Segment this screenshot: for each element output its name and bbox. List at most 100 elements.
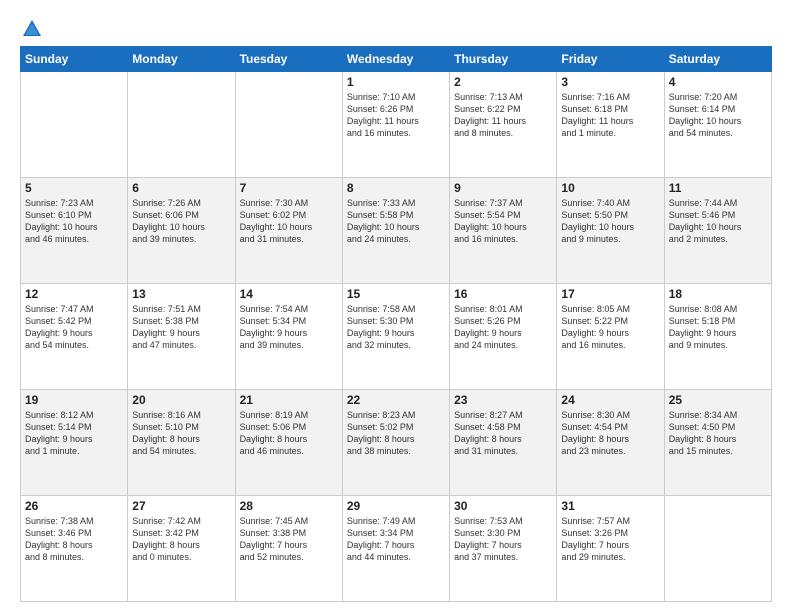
- day-number: 17: [561, 287, 659, 301]
- day-info: Sunrise: 7:38 AM Sunset: 3:46 PM Dayligh…: [25, 515, 123, 564]
- day-info: Sunrise: 7:40 AM Sunset: 5:50 PM Dayligh…: [561, 197, 659, 246]
- day-cell: 28 Sunrise: 7:45 AM Sunset: 3:38 PM Dayli…: [235, 496, 342, 602]
- day-info: Sunrise: 7:13 AM Sunset: 6:22 PM Dayligh…: [454, 91, 552, 140]
- day-number: 4: [669, 75, 767, 89]
- day-info: Sunrise: 8:34 AM Sunset: 4:50 PM Dayligh…: [669, 409, 767, 458]
- page: SundayMondayTuesdayWednesdayThursdayFrid…: [0, 0, 792, 612]
- day-info: Sunrise: 8:08 AM Sunset: 5:18 PM Dayligh…: [669, 303, 767, 352]
- day-info: Sunrise: 8:05 AM Sunset: 5:22 PM Dayligh…: [561, 303, 659, 352]
- day-number: 29: [347, 499, 445, 513]
- header-cell-wednesday: Wednesday: [342, 47, 449, 72]
- day-cell: 5 Sunrise: 7:23 AM Sunset: 6:10 PM Daylig…: [21, 178, 128, 284]
- day-info: Sunrise: 7:49 AM Sunset: 3:34 PM Dayligh…: [347, 515, 445, 564]
- day-number: 24: [561, 393, 659, 407]
- day-cell: [128, 72, 235, 178]
- day-info: Sunrise: 7:33 AM Sunset: 5:58 PM Dayligh…: [347, 197, 445, 246]
- day-info: Sunrise: 7:58 AM Sunset: 5:30 PM Dayligh…: [347, 303, 445, 352]
- day-cell: 31 Sunrise: 7:57 AM Sunset: 3:26 PM Dayli…: [557, 496, 664, 602]
- day-info: Sunrise: 7:20 AM Sunset: 6:14 PM Dayligh…: [669, 91, 767, 140]
- day-number: 15: [347, 287, 445, 301]
- day-number: 21: [240, 393, 338, 407]
- day-number: 7: [240, 181, 338, 195]
- header-cell-monday: Monday: [128, 47, 235, 72]
- day-cell: 4 Sunrise: 7:20 AM Sunset: 6:14 PM Daylig…: [664, 72, 771, 178]
- day-number: 23: [454, 393, 552, 407]
- day-info: Sunrise: 7:26 AM Sunset: 6:06 PM Dayligh…: [132, 197, 230, 246]
- day-cell: 1 Sunrise: 7:10 AM Sunset: 6:26 PM Daylig…: [342, 72, 449, 178]
- day-info: Sunrise: 7:37 AM Sunset: 5:54 PM Dayligh…: [454, 197, 552, 246]
- day-cell: 23 Sunrise: 8:27 AM Sunset: 4:58 PM Dayli…: [450, 390, 557, 496]
- day-cell: 22Sunrise: 8:23 AM Sunset: 5:02 PM Dayli…: [342, 390, 449, 496]
- calendar-table: SundayMondayTuesdayWednesdayThursdayFrid…: [20, 46, 772, 602]
- week-row-0: 1 Sunrise: 7:10 AM Sunset: 6:26 PM Daylig…: [21, 72, 772, 178]
- day-info: Sunrise: 7:47 AM Sunset: 5:42 PM Dayligh…: [25, 303, 123, 352]
- day-number: 8: [347, 181, 445, 195]
- day-number: 16: [454, 287, 552, 301]
- day-info: Sunrise: 7:30 AM Sunset: 6:02 PM Dayligh…: [240, 197, 338, 246]
- day-cell: 13Sunrise: 7:51 AM Sunset: 5:38 PM Dayli…: [128, 284, 235, 390]
- day-number: 18: [669, 287, 767, 301]
- day-number: 9: [454, 181, 552, 195]
- header-cell-friday: Friday: [557, 47, 664, 72]
- day-info: Sunrise: 8:16 AM Sunset: 5:10 PM Dayligh…: [132, 409, 230, 458]
- day-number: 11: [669, 181, 767, 195]
- week-row-2: 12 Sunrise: 7:47 AM Sunset: 5:42 PM Dayli…: [21, 284, 772, 390]
- day-number: 31: [561, 499, 659, 513]
- day-cell: [235, 72, 342, 178]
- day-cell: 15 Sunrise: 7:58 AM Sunset: 5:30 PM Dayli…: [342, 284, 449, 390]
- day-number: 5: [25, 181, 123, 195]
- header-cell-sunday: Sunday: [21, 47, 128, 72]
- day-cell: 30 Sunrise: 7:53 AM Sunset: 3:30 PM Dayli…: [450, 496, 557, 602]
- day-cell: 2Sunrise: 7:13 AM Sunset: 6:22 PM Daylig…: [450, 72, 557, 178]
- day-number: 30: [454, 499, 552, 513]
- day-cell: 20 Sunrise: 8:16 AM Sunset: 5:10 PM Dayli…: [128, 390, 235, 496]
- header-cell-thursday: Thursday: [450, 47, 557, 72]
- day-info: Sunrise: 8:27 AM Sunset: 4:58 PM Dayligh…: [454, 409, 552, 458]
- day-number: 26: [25, 499, 123, 513]
- day-cell: 19 Sunrise: 8:12 AM Sunset: 5:14 PM Dayli…: [21, 390, 128, 496]
- day-info: Sunrise: 7:23 AM Sunset: 6:10 PM Dayligh…: [25, 197, 123, 246]
- day-cell: 18 Sunrise: 8:08 AM Sunset: 5:18 PM Dayli…: [664, 284, 771, 390]
- day-number: 6: [132, 181, 230, 195]
- day-info: Sunrise: 8:01 AM Sunset: 5:26 PM Dayligh…: [454, 303, 552, 352]
- day-cell: 17 Sunrise: 8:05 AM Sunset: 5:22 PM Dayli…: [557, 284, 664, 390]
- day-cell: 29 Sunrise: 7:49 AM Sunset: 3:34 PM Dayli…: [342, 496, 449, 602]
- day-number: 20: [132, 393, 230, 407]
- day-cell: 16 Sunrise: 8:01 AM Sunset: 5:26 PM Dayli…: [450, 284, 557, 390]
- day-info: Sunrise: 7:53 AM Sunset: 3:30 PM Dayligh…: [454, 515, 552, 564]
- day-info: Sunrise: 7:42 AM Sunset: 3:42 PM Dayligh…: [132, 515, 230, 564]
- day-cell: 14 Sunrise: 7:54 AM Sunset: 5:34 PM Dayli…: [235, 284, 342, 390]
- day-number: 3: [561, 75, 659, 89]
- week-row-4: 26 Sunrise: 7:38 AM Sunset: 3:46 PM Dayli…: [21, 496, 772, 602]
- week-row-1: 5 Sunrise: 7:23 AM Sunset: 6:10 PM Daylig…: [21, 178, 772, 284]
- day-info: Sunrise: 7:57 AM Sunset: 3:26 PM Dayligh…: [561, 515, 659, 564]
- day-info: Sunrise: 7:10 AM Sunset: 6:26 PM Dayligh…: [347, 91, 445, 140]
- day-number: 25: [669, 393, 767, 407]
- day-info: Sunrise: 7:45 AM Sunset: 3:38 PM Dayligh…: [240, 515, 338, 564]
- day-cell: 24 Sunrise: 8:30 AM Sunset: 4:54 PM Dayli…: [557, 390, 664, 496]
- header: [20, 18, 772, 36]
- day-cell: 7 Sunrise: 7:30 AM Sunset: 6:02 PM Daylig…: [235, 178, 342, 284]
- calendar-header: SundayMondayTuesdayWednesdayThursdayFrid…: [21, 47, 772, 72]
- header-row: SundayMondayTuesdayWednesdayThursdayFrid…: [21, 47, 772, 72]
- day-number: 14: [240, 287, 338, 301]
- day-info: Sunrise: 8:23 AM Sunset: 5:02 PM Dayligh…: [347, 409, 445, 458]
- day-info: Sunrise: 7:16 AM Sunset: 6:18 PM Dayligh…: [561, 91, 659, 140]
- logo-icon: [21, 18, 43, 40]
- day-cell: 3 Sunrise: 7:16 AM Sunset: 6:18 PM Daylig…: [557, 72, 664, 178]
- day-number: 1: [347, 75, 445, 89]
- day-info: Sunrise: 7:51 AM Sunset: 5:38 PM Dayligh…: [132, 303, 230, 352]
- week-row-3: 19 Sunrise: 8:12 AM Sunset: 5:14 PM Dayli…: [21, 390, 772, 496]
- day-cell: 27Sunrise: 7:42 AM Sunset: 3:42 PM Dayli…: [128, 496, 235, 602]
- day-cell: 26 Sunrise: 7:38 AM Sunset: 3:46 PM Dayli…: [21, 496, 128, 602]
- day-number: 19: [25, 393, 123, 407]
- day-number: 12: [25, 287, 123, 301]
- header-cell-saturday: Saturday: [664, 47, 771, 72]
- day-cell: 8 Sunrise: 7:33 AM Sunset: 5:58 PM Daylig…: [342, 178, 449, 284]
- day-info: Sunrise: 8:12 AM Sunset: 5:14 PM Dayligh…: [25, 409, 123, 458]
- logo-text: [20, 18, 44, 36]
- day-number: 28: [240, 499, 338, 513]
- day-info: Sunrise: 8:30 AM Sunset: 4:54 PM Dayligh…: [561, 409, 659, 458]
- day-cell: 12 Sunrise: 7:47 AM Sunset: 5:42 PM Dayli…: [21, 284, 128, 390]
- day-info: Sunrise: 7:54 AM Sunset: 5:34 PM Dayligh…: [240, 303, 338, 352]
